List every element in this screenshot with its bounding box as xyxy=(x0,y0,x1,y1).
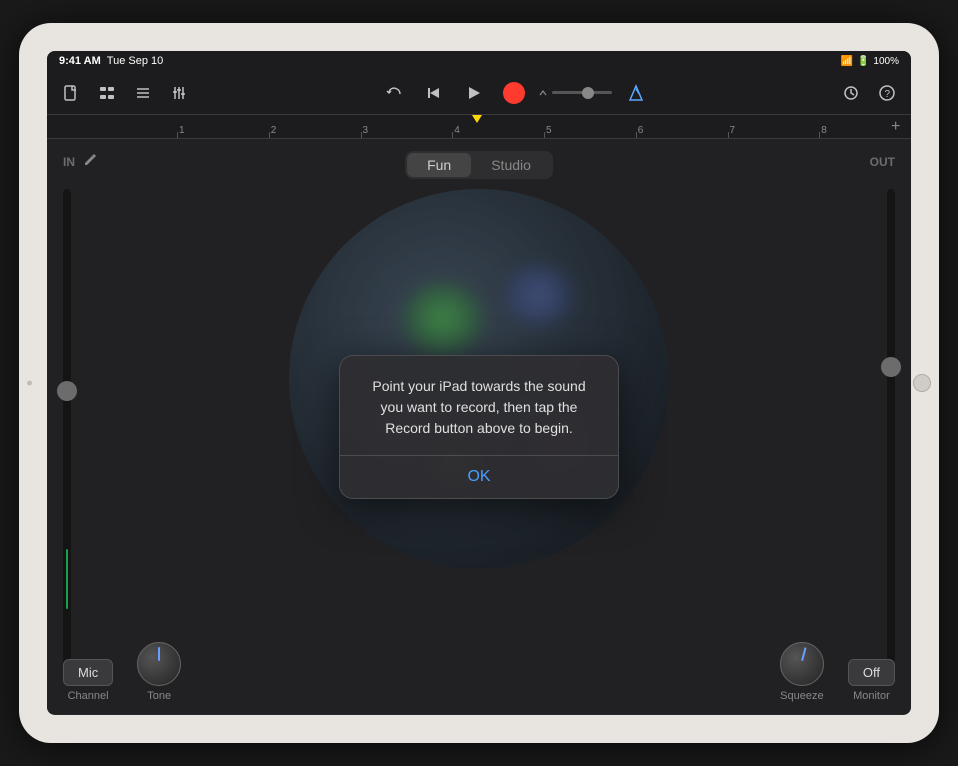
tracks-view-button[interactable] xyxy=(91,77,123,109)
squeeze-knob-indicator xyxy=(801,647,807,661)
toolbar-left xyxy=(55,77,195,109)
wifi-icon: 📶 xyxy=(841,56,853,67)
tempo-button[interactable] xyxy=(835,77,867,109)
bottom-controls: Mic Channel Tone Squeeze xyxy=(47,642,911,702)
toolbar: ? xyxy=(47,71,911,115)
ruler-mark-3: 3 xyxy=(361,125,453,136)
squeeze-knob[interactable] xyxy=(780,642,824,686)
monitor-button[interactable]: Off xyxy=(848,659,895,686)
channel-label: Channel xyxy=(68,690,109,702)
ruler-mark-2: 2 xyxy=(269,125,361,136)
svg-text:?: ? xyxy=(885,89,891,100)
help-button[interactable]: ? xyxy=(871,77,903,109)
ruler-mark-7: 7 xyxy=(728,125,820,136)
playhead[interactable] xyxy=(472,115,482,127)
squeeze-group: Squeeze xyxy=(780,642,824,702)
tone-knob[interactable] xyxy=(137,642,181,686)
monitor-label: Monitor xyxy=(853,690,890,702)
mixer-button[interactable] xyxy=(163,77,195,109)
status-date: Tue Sep 10 xyxy=(107,55,163,67)
new-song-button[interactable] xyxy=(55,77,87,109)
metronome-button[interactable] xyxy=(620,77,652,109)
dialog-overlay: Point your iPad towards the sound you wa… xyxy=(47,139,911,714)
dialog-message: Point your iPad towards the sound you wa… xyxy=(360,376,598,439)
ruler-mark-5: 5 xyxy=(544,125,636,136)
main-area: IN OUT Fun Studio xyxy=(47,139,911,714)
side-button xyxy=(27,381,32,386)
ruler-mark-4: 4 xyxy=(452,125,544,136)
status-time: 9:41 AM xyxy=(59,55,101,67)
play-button[interactable] xyxy=(458,77,490,109)
battery-label: 100% xyxy=(873,56,899,67)
squeeze-label: Squeeze xyxy=(780,690,823,702)
toolbar-right: ? xyxy=(835,77,903,109)
ruler: 1 2 3 4 5 6 7 8 + xyxy=(47,115,911,139)
undo-button[interactable] xyxy=(378,77,410,109)
status-bar: 9:41 AM Tue Sep 10 📶 🔋 100% xyxy=(47,51,911,71)
record-button[interactable] xyxy=(498,77,530,109)
dialog-ok-button[interactable]: OK xyxy=(340,456,618,498)
volume-thumb[interactable] xyxy=(582,87,594,99)
ruler-mark-6: 6 xyxy=(636,125,728,136)
volume-track[interactable] xyxy=(552,91,612,94)
volume-slider[interactable] xyxy=(538,87,612,99)
add-track-button[interactable]: + xyxy=(891,119,907,135)
tone-knob-indicator xyxy=(158,647,160,661)
channel-group: Mic Channel xyxy=(63,659,113,702)
ipad-frame: 9:41 AM Tue Sep 10 📶 🔋 100% xyxy=(19,23,939,743)
right-controls: Squeeze Off Monitor xyxy=(780,642,895,702)
info-dialog: Point your iPad towards the sound you wa… xyxy=(339,355,619,499)
tone-knob-group: Tone xyxy=(137,642,181,702)
rewind-button[interactable] xyxy=(418,77,450,109)
list-view-button[interactable] xyxy=(127,77,159,109)
toolbar-center xyxy=(199,77,831,109)
ruler-mark-1: 1 xyxy=(177,125,269,136)
battery-icon: 🔋 xyxy=(857,56,869,67)
record-indicator xyxy=(503,82,525,104)
monitor-group: Off Monitor xyxy=(848,659,895,702)
home-button[interactable] xyxy=(913,374,931,392)
dialog-body: Point your iPad towards the sound you wa… xyxy=(340,356,618,455)
tone-label: Tone xyxy=(147,690,171,702)
playhead-triangle xyxy=(472,115,482,123)
ipad-screen: 9:41 AM Tue Sep 10 📶 🔋 100% xyxy=(47,51,911,715)
status-right-group: 📶 🔋 100% xyxy=(841,56,899,67)
mic-channel-button[interactable]: Mic xyxy=(63,659,113,686)
